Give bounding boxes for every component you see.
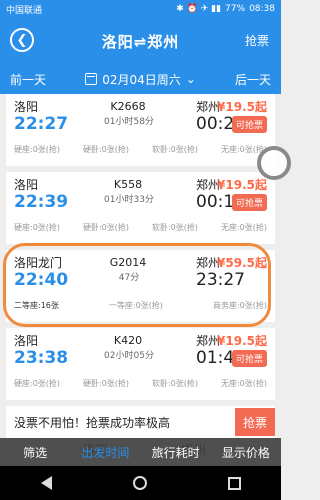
price: ¥19.5起 [217,100,267,114]
duration: 01小时33分 [88,192,170,205]
system-nav-bar [0,466,281,500]
seat-info: 硬卧:0张(抢) [82,379,130,388]
price: ¥59.5起 [217,256,267,270]
back-button[interactable]: ❮ [10,28,34,52]
date-selector[interactable]: 02月04日周六 ⌄ [85,71,196,88]
carrier-label: 中国联通 [6,5,43,16]
from-station: 洛阳 [14,178,39,192]
train-number: K2668 [110,100,146,113]
price: ¥19.5起 [217,178,267,192]
status-right: ✱ ⏰ ✈ ▮▮ 77% 08:38 [176,4,275,14]
tab-filter[interactable]: 筛选 [0,438,70,466]
grab-ticket-button[interactable]: 抢票 [245,32,269,49]
seat-info: 硬座:0张(抢) [14,223,61,232]
nav-back-icon[interactable] [40,476,52,490]
promo-text: 没票不用怕！抢票成功率极高 [14,415,171,430]
seat-info: 一等座:0张(抢) [108,301,163,310]
tab-travel-duration[interactable]: 旅行耗时 [141,438,211,466]
train-number: K558 [113,178,143,191]
train-card-highlighted[interactable]: 洛阳龙门 22:40 G2014 47分 郑州 23:27 ¥59.5起 二等座… [6,250,275,322]
train-card[interactable]: 洛阳 23:38 K420 02小时05分 郑州 01:43 ¥19.5起 可抢… [6,328,275,400]
seat-info: 软卧:0张(抢) [151,145,198,154]
seat-row: 二等座:16张 一等座:0张(抢) 商务座:0张(抢) [14,300,267,311]
tab-show-price[interactable]: 显示价格 [211,438,281,466]
calendar-icon [85,73,98,85]
duration: 47分 [88,270,170,283]
arrival-time: 23:27 [196,270,245,290]
seat-info: 无座:0张(抢) [220,223,267,232]
seat-info: 硬座:0张(抢) [14,145,61,154]
price: ¥19.5起 [217,334,267,348]
status-icons: ✱ ⏰ ✈ ▮▮ [176,4,222,14]
seat-info: 硬座:0张(抢) [14,379,61,388]
departure-time: 22:40 [14,270,69,290]
date-label: 02月04日周六 [102,72,181,87]
app-header: ❮ 洛阳⇌郑州 抢票 [0,18,281,64]
seat-info: 无座:0张(抢) [220,379,267,388]
train-list: 洛阳 22:27 K2668 01小时58分 郑州 00:25 ¥19.5起 可… [0,94,281,406]
buy-badge[interactable]: 可抢票 [231,194,267,211]
next-day-button[interactable]: 后一天 [235,71,271,88]
page-title: 洛阳⇌郑州 [101,32,180,51]
duration: 02小时05分 [88,348,170,361]
status-bar: 中国联通 ✱ ⏰ ✈ ▮▮ 77% 08:38 [0,0,281,18]
train-number: K420 [113,334,143,347]
battery-label: 77% [225,4,246,14]
promo-banner: 没票不用怕！抢票成功率极高 抢票 [6,406,275,438]
seat-row: 硬座:0张(抢) 硬卧:0张(抢) 软卧:0张(抢) 无座:0张(抢) [14,144,267,155]
seat-info: 硬卧:0张(抢) [82,145,130,154]
floating-assist-button[interactable] [257,146,291,180]
prev-day-button[interactable]: 前一天 [10,71,46,88]
departure-time: 22:27 [14,114,69,134]
tab-departure-time[interactable]: 出发时间 [70,438,140,466]
departure-time: 22:39 [14,192,69,212]
filter-tabbar: 筛选 出发时间 旅行耗时 显示价格 [0,438,281,466]
nav-recent-icon[interactable] [227,476,241,490]
seat-row: 硬座:0张(抢) 硬卧:0张(抢) 软卧:0张(抢) 无座:0张(抢) [14,378,267,389]
nav-home-icon[interactable] [132,476,147,490]
duration: 01小时58分 [88,114,170,127]
train-number: G2014 [109,256,147,269]
seat-row: 硬座:0张(抢) 硬卧:0张(抢) 软卧:0张(抢) 无座:0张(抢) [14,222,267,233]
from-station: 洛阳 [14,334,39,348]
buy-badge[interactable]: 可抢票 [231,116,267,133]
promo-grab-button[interactable]: 抢票 [235,408,275,436]
seat-info: 软卧:0张(抢) [151,223,198,232]
clock-label: 08:38 [249,4,275,14]
chevron-left-icon: ❮ [16,32,28,48]
from-station: 洛阳 [14,100,39,114]
buy-badge[interactable]: 可抢票 [231,350,267,367]
date-bar: 前一天 02月04日周六 ⌄ 后一天 [0,64,281,94]
from-station: 洛阳龙门 [14,256,63,270]
departure-time: 23:38 [14,348,69,368]
seat-info: 二等座:16张 [14,301,59,310]
train-card[interactable]: 洛阳 22:39 K558 01小时33分 郑州 00:12 ¥19.5起 可抢… [6,172,275,244]
chevron-down-icon: ⌄ [185,72,196,86]
seat-info: 软卧:0张(抢) [151,379,198,388]
seat-info: 硬卧:0张(抢) [82,223,130,232]
train-card[interactable]: 洛阳 22:27 K2668 01小时58分 郑州 00:25 ¥19.5起 可… [6,94,275,166]
seat-info: 商务座:0张(抢) [212,301,267,310]
